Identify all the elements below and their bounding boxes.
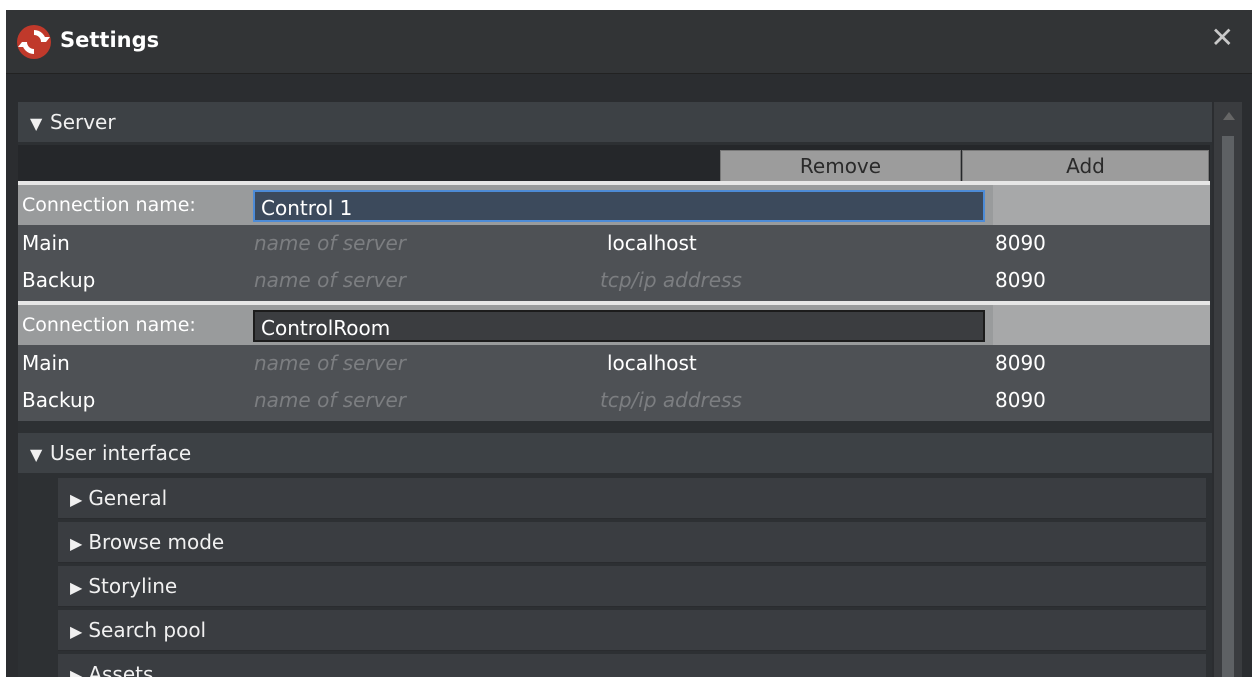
connection-name-spacer [993,185,1210,225]
ui-item-label: Storyline [88,574,178,598]
add-button[interactable]: Add [962,150,1209,182]
server-row-label: Main [22,351,70,375]
ui-item-label: Assets [88,662,154,677]
main-server-row: Main name of server localhost 8090 [18,225,1210,262]
scroll-up-arrow-icon[interactable] [1223,112,1235,120]
server-name-field[interactable]: name of server [254,262,406,299]
connection-name-input[interactable]: Control 1 [253,190,985,222]
server-port-field[interactable]: 8090 [995,345,1046,382]
connection-name-row: Connection name: Control 1 [18,185,1210,225]
server-section-title: Server [50,110,116,134]
title-bar: Settings ✕ [6,10,1252,74]
connection-name-input[interactable]: ControlRoom [253,310,985,342]
window-title: Settings [60,28,160,52]
expanded-arrow-icon: ▼ [30,114,43,133]
ui-item-general[interactable]: ▶ General [58,478,1206,519]
server-toolbar: Remove Add [18,145,1210,182]
settings-window: Settings ✕ ▼ Server Remove Add Connection… [6,10,1252,677]
refresh-logo-icon [17,25,51,59]
user-interface-section-title: User interface [50,441,192,465]
server-row-label: Backup [22,388,96,412]
server-row-label: Main [22,231,70,255]
server-name-field[interactable]: name of server [254,345,406,382]
server-address-field[interactable]: localhost [607,345,697,382]
server-panel: Remove Add Connection name: Control 1 Ma… [18,145,1210,421]
vertical-scrollbar[interactable] [1214,102,1242,677]
collapsed-arrow-icon: ▶ [70,622,83,641]
backup-server-row: Backup name of server tcp/ip address 809… [18,382,1210,419]
remove-button[interactable]: Remove [720,150,961,182]
main-server-row: Main name of server localhost 8090 [18,345,1210,382]
scroll-thumb[interactable] [1222,136,1234,677]
server-section-header[interactable]: ▼ Server [18,102,1212,142]
collapsed-arrow-icon: ▶ [70,490,83,509]
collapsed-arrow-icon: ▶ [70,666,83,677]
ui-item-label: Browse mode [88,530,225,554]
server-name-field[interactable]: name of server [254,382,406,419]
server-port-field[interactable]: 8090 [995,382,1046,419]
connection-servers: Main name of server localhost 8090 Backu… [18,225,1210,301]
connection-name-row: Connection name: ControlRoom [18,305,1210,345]
server-name-field[interactable]: name of server [254,225,406,262]
close-icon[interactable]: ✕ [1211,24,1234,52]
ui-item-label: General [88,486,168,510]
settings-content: ▼ Server Remove Add Connection name: Cont… [18,102,1212,677]
ui-item-assets[interactable]: ▶ Assets [58,654,1206,677]
server-row-label: Backup [22,268,96,292]
ui-item-browse-mode[interactable]: ▶ Browse mode [58,522,1206,563]
collapsed-arrow-icon: ▶ [70,578,83,597]
ui-item-label: Search pool [88,618,207,642]
connection-name-spacer [993,305,1210,345]
collapsed-arrow-icon: ▶ [70,534,83,553]
server-address-field[interactable]: tcp/ip address [600,262,742,299]
connection-name-label: Connection name: [22,194,196,216]
server-port-field[interactable]: 8090 [995,225,1046,262]
user-interface-section-header[interactable]: ▼ User interface [18,433,1212,473]
server-address-field[interactable]: tcp/ip address [600,382,742,419]
server-address-field[interactable]: localhost [607,225,697,262]
ui-item-search-pool[interactable]: ▶ Search pool [58,610,1206,651]
server-port-field[interactable]: 8090 [995,262,1046,299]
connection-name-label: Connection name: [22,314,196,336]
ui-item-storyline[interactable]: ▶ Storyline [58,566,1206,607]
backup-server-row: Backup name of server tcp/ip address 809… [18,262,1210,299]
expanded-arrow-icon: ▼ [30,445,43,464]
connection-servers: Main name of server localhost 8090 Backu… [18,345,1210,421]
